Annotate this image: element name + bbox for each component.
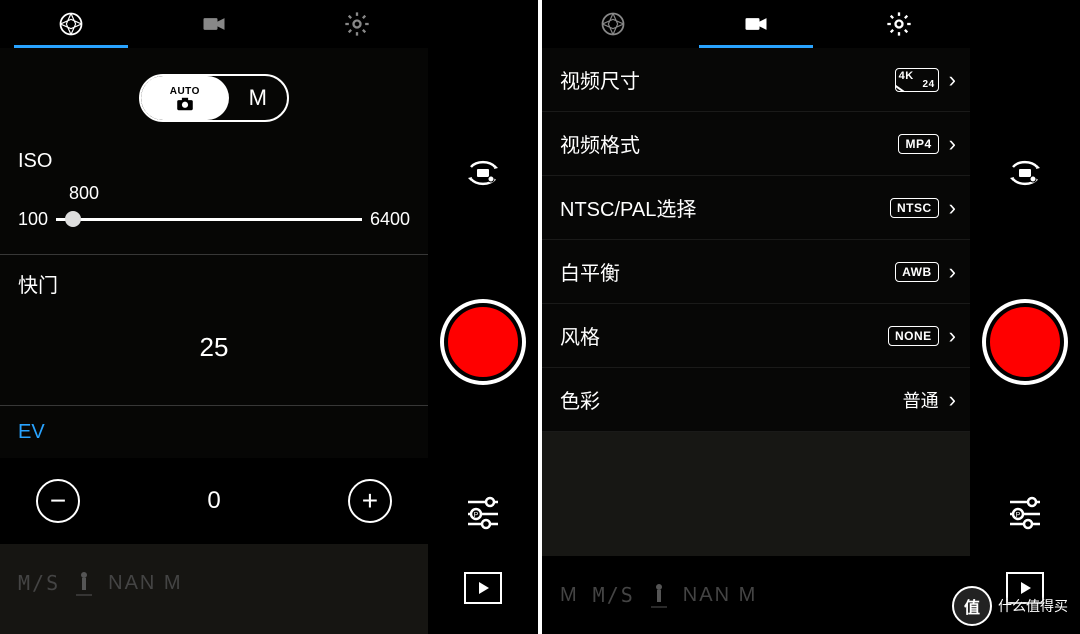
aperture-icon — [57, 10, 85, 38]
ev-stepper: − 0 + — [0, 458, 428, 544]
ev-minus-button[interactable]: − — [36, 479, 80, 523]
iso-current: 800 — [69, 183, 99, 204]
iso-min: 100 — [18, 209, 48, 230]
top-tabs-left — [0, 0, 428, 48]
ev-label: EV — [0, 414, 428, 458]
mode-toggle[interactable]: AUTO M — [139, 74, 289, 122]
tab-video[interactable] — [143, 0, 286, 48]
row-video-format[interactable]: 视频格式 MP4 › — [542, 112, 970, 176]
video-settings-list: 视频尺寸 4K24 › 视频格式 MP4 › NTSC/PAL选择 NTSC ›… — [542, 48, 970, 556]
switch-icon — [1005, 153, 1045, 193]
mode-auto[interactable]: AUTO — [141, 76, 229, 120]
person-icon — [74, 569, 94, 597]
sliders-icon: P — [464, 492, 502, 530]
record-button-r[interactable] — [986, 303, 1064, 381]
badge-none: NONE — [888, 326, 939, 346]
iso-slider[interactable] — [56, 204, 362, 234]
chevron-right-icon: › — [949, 67, 956, 93]
watermark: 值 什么值得买 — [952, 586, 1068, 626]
tab-settings-r[interactable] — [827, 0, 970, 48]
sliders-icon: P — [1006, 492, 1044, 530]
chevron-right-icon: › — [949, 131, 956, 157]
status-footer-right: M M/S NAN M — [542, 556, 970, 634]
aperture-icon — [599, 10, 627, 38]
playback-button[interactable] — [464, 572, 502, 604]
shutter-label: 快门 — [0, 263, 428, 308]
play-icon — [475, 580, 491, 596]
top-tabs-right — [542, 0, 970, 48]
row-style[interactable]: 风格 NONE › — [542, 304, 970, 368]
adjust-button-r[interactable]: P — [1002, 488, 1048, 534]
switch-camera-button[interactable] — [460, 150, 506, 196]
camera-icon — [175, 97, 195, 111]
iso-label: ISO — [0, 144, 428, 183]
adjust-button[interactable]: P — [460, 488, 506, 534]
tab-photo[interactable] — [0, 0, 143, 48]
gear-icon — [885, 10, 913, 38]
shutter-value[interactable]: 25 — [0, 308, 428, 405]
row-white-balance[interactable]: 白平衡 AWB › — [542, 240, 970, 304]
video-icon — [200, 10, 228, 38]
badge-4k24: 4K24 — [895, 68, 939, 92]
tab-photo-r[interactable] — [542, 0, 685, 48]
person-icon — [649, 581, 669, 609]
video-icon — [742, 10, 770, 38]
status-footer-left: M/S NAN M — [0, 544, 428, 622]
record-button[interactable] — [444, 303, 522, 381]
tab-settings[interactable] — [285, 0, 428, 48]
chevron-right-icon: › — [949, 323, 956, 349]
svg-text:P: P — [1016, 512, 1021, 519]
ev-plus-button[interactable]: + — [348, 479, 392, 523]
mode-auto-label: AUTO — [170, 86, 200, 97]
row-color[interactable]: 色彩 普通 › — [542, 368, 970, 432]
color-value: 普通 — [903, 387, 939, 413]
row-ntsc-pal[interactable]: NTSC/PAL选择 NTSC › — [542, 176, 970, 240]
svg-text:P: P — [474, 512, 479, 519]
row-video-size[interactable]: 视频尺寸 4K24 › — [542, 48, 970, 112]
chevron-right-icon: › — [949, 195, 956, 221]
tab-video-r[interactable] — [685, 0, 828, 48]
ev-value: 0 — [207, 487, 220, 515]
mode-manual[interactable]: M — [229, 85, 287, 111]
iso-max: 6400 — [370, 209, 410, 230]
badge-mp4: MP4 — [898, 134, 938, 154]
switch-camera-button-r[interactable] — [1002, 150, 1048, 196]
gear-icon — [343, 10, 371, 38]
switch-icon — [463, 153, 503, 193]
chevron-right-icon: › — [949, 387, 956, 413]
chevron-right-icon: › — [949, 259, 956, 285]
badge-ntsc: NTSC — [890, 198, 939, 218]
badge-awb: AWB — [895, 262, 939, 282]
